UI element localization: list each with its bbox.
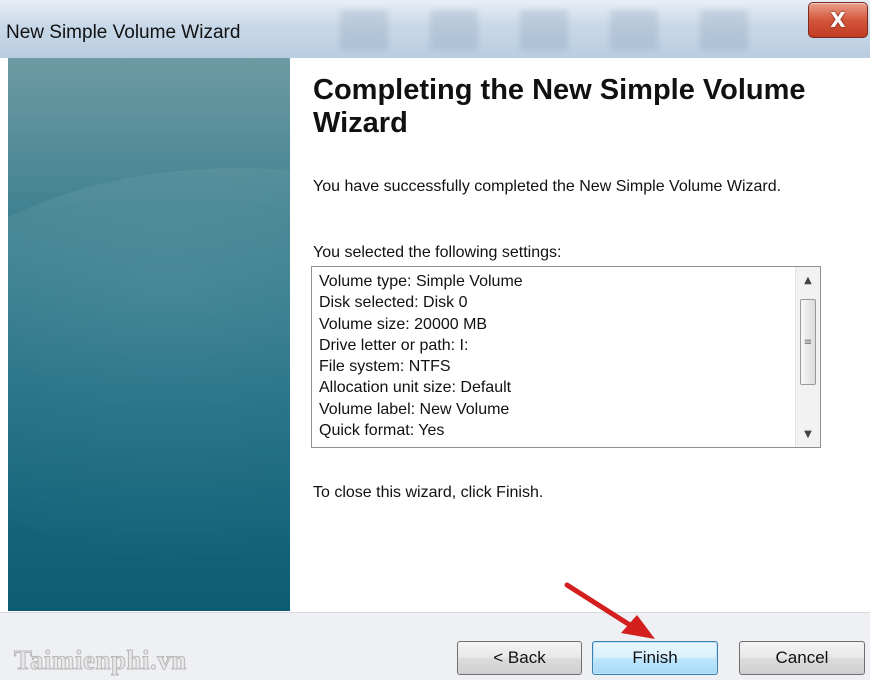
window-title: New Simple Volume Wizard xyxy=(6,22,241,43)
settings-listbox[interactable]: Volume type: Simple Volume Disk selected… xyxy=(311,266,821,448)
watermark-logo: Taimienphi.vn xyxy=(14,645,187,676)
finish-button[interactable]: Finish xyxy=(592,641,718,675)
back-button[interactable]: < Back xyxy=(457,641,582,675)
settings-scrollbar[interactable]: ▲ ≡ ▼ xyxy=(795,267,820,447)
scroll-up-arrow-icon[interactable]: ▲ xyxy=(796,269,820,291)
close-button[interactable]: X xyxy=(808,2,868,38)
settings-item: Volume label: New Volume xyxy=(319,400,510,418)
settings-item: Volume type: Simple Volume xyxy=(319,273,523,290)
wizard-window: New Simple Volume Wizard X Completing th… xyxy=(0,0,870,680)
cancel-button[interactable]: Cancel xyxy=(739,641,865,675)
settings-list: Volume type: Simple Volume Disk selected… xyxy=(319,271,789,441)
scroll-thumb[interactable]: ≡ xyxy=(800,299,816,385)
scroll-down-arrow-icon[interactable]: ▼ xyxy=(796,423,820,445)
intro-text: You have successfully completed the New … xyxy=(313,178,782,195)
page-title: Completing the New Simple Volume Wizard xyxy=(313,74,806,139)
background-window-blur xyxy=(340,10,770,50)
settings-item: Disk selected: Disk 0 xyxy=(319,294,468,312)
title-bar: New Simple Volume Wizard X xyxy=(0,0,870,58)
close-hint-text: To close this wizard, click Finish. xyxy=(313,484,544,501)
settings-item: File system: NTFS xyxy=(319,358,451,376)
settings-item: Drive letter or path: I: xyxy=(319,336,469,354)
red-arrow-icon xyxy=(564,582,655,639)
banner-curve xyxy=(8,168,290,568)
wizard-side-banner xyxy=(8,58,290,611)
settings-item: Quick format: Yes xyxy=(319,422,445,440)
settings-item: Volume size: 20000 MB xyxy=(319,315,488,333)
settings-item: Allocation unit size: Default xyxy=(319,379,512,397)
close-icon: X xyxy=(830,8,846,32)
settings-label: You selected the following settings: xyxy=(313,244,562,261)
